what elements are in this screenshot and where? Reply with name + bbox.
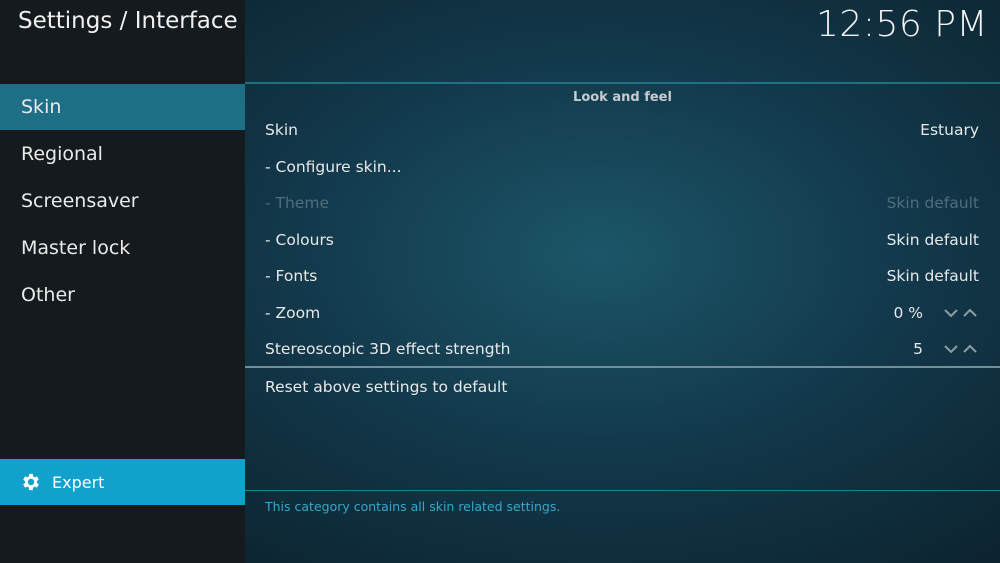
sidebar-menu: Skin Regional Screensaver Master lock Ot… [0, 84, 245, 319]
sidebar-item-screensaver[interactable]: Screensaver [0, 178, 245, 224]
description-divider [245, 490, 1000, 491]
setting-row-colours[interactable]: - Colours Skin default [245, 222, 1000, 259]
setting-value: Estuary [920, 121, 979, 139]
setting-value: 5 [913, 340, 923, 358]
setting-row-fonts[interactable]: - Fonts Skin default [245, 258, 1000, 295]
top-divider [245, 82, 1000, 84]
setting-label: - Colours [265, 230, 334, 249]
reset-label: Reset above settings to default [265, 378, 508, 396]
setting-row-skin[interactable]: Skin Estuary [245, 112, 1000, 149]
setting-row-configure-skin[interactable]: - Configure skin... [245, 149, 1000, 186]
sidebar: Settings / Interface Skin Regional Scree… [0, 0, 245, 563]
sidebar-item-master-lock[interactable]: Master lock [0, 225, 245, 271]
setting-label: Stereoscopic 3D effect strength [265, 340, 511, 358]
chevron-down-icon[interactable] [943, 308, 959, 318]
setting-label: - Configure skin... [265, 157, 402, 176]
expert-label: Expert [52, 472, 105, 492]
setting-value: Skin default [886, 230, 979, 249]
expert-button[interactable]: Expert [0, 459, 245, 505]
chevron-down-icon[interactable] [943, 344, 959, 354]
setting-value: Skin default [886, 267, 979, 285]
setting-label: Skin [265, 121, 298, 139]
gear-icon [23, 473, 39, 491]
setting-label: - Theme [265, 194, 329, 212]
setting-value: Skin default [886, 194, 979, 212]
setting-label: - Zoom [265, 303, 321, 322]
reset-settings-button[interactable]: Reset above settings to default [245, 369, 1000, 406]
page-title: Settings / Interface [18, 8, 238, 34]
setting-value: 0 % [893, 303, 923, 322]
setting-row-theme: - Theme Skin default [245, 185, 1000, 222]
clock: 12:56 PM [816, 4, 988, 45]
setting-row-zoom[interactable]: - Zoom 0 % [245, 295, 1000, 332]
sidebar-item-skin[interactable]: Skin [0, 84, 245, 130]
zoom-spinner [943, 295, 978, 332]
category-description: This category contains all skin related … [265, 499, 561, 514]
stereoscopic-spinner [943, 331, 978, 368]
setting-label: - Fonts [265, 267, 318, 285]
chevron-up-icon[interactable] [962, 308, 978, 318]
section-title: Look and feel [573, 90, 672, 105]
chevron-up-icon[interactable] [962, 344, 978, 354]
setting-row-stereoscopic-strength[interactable]: Stereoscopic 3D effect strength 5 [245, 331, 1000, 368]
settings-list: Skin Estuary - Configure skin... - Theme… [245, 112, 1000, 368]
sidebar-item-other[interactable]: Other [0, 272, 245, 318]
sidebar-item-regional[interactable]: Regional [0, 131, 245, 177]
section-divider [245, 366, 1000, 368]
